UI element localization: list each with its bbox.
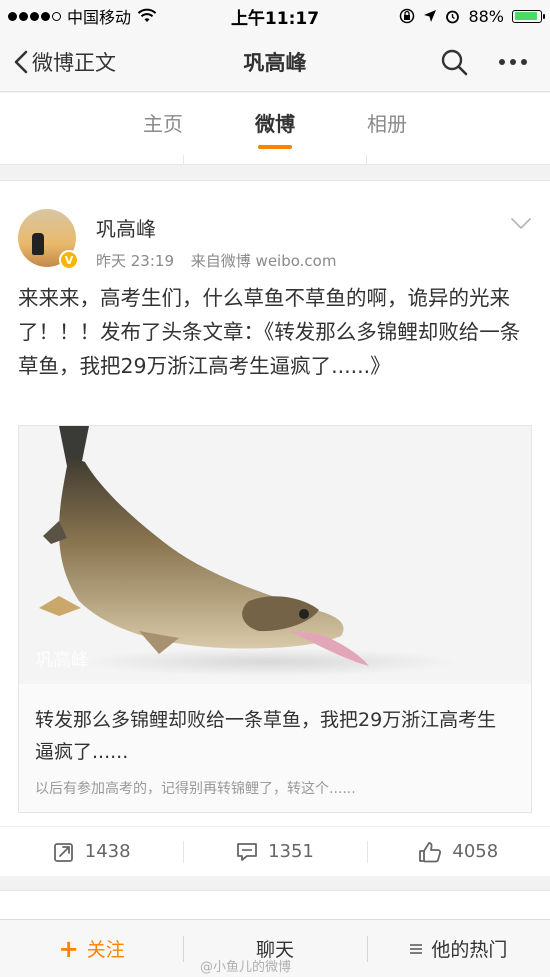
repost-button[interactable]: 1438 bbox=[0, 827, 183, 876]
like-count: 4058 bbox=[452, 841, 499, 862]
hot-posts-button[interactable]: 他的热门 bbox=[366, 920, 550, 977]
nav-actions bbox=[370, 48, 550, 76]
post-header: V 巩高峰 昨天 23:19 来自微博 weibo.com bbox=[18, 209, 336, 271]
chevron-left-icon bbox=[14, 50, 28, 73]
battery-fill bbox=[514, 12, 537, 20]
comment-button[interactable]: 1351 bbox=[183, 827, 366, 876]
repost-icon bbox=[53, 842, 73, 862]
comment-count: 1351 bbox=[268, 841, 314, 862]
battery-percent: 88% bbox=[468, 6, 504, 26]
image-watermark: 巩高峰 bbox=[35, 650, 89, 671]
chevron-down-icon[interactable] bbox=[510, 217, 532, 231]
hot-posts-label: 他的热门 bbox=[431, 939, 508, 961]
follow-button[interactable]: + 关注 bbox=[0, 920, 183, 977]
profile-tabs: 主页 微博 相册 bbox=[0, 93, 550, 155]
avatar[interactable]: V bbox=[18, 209, 79, 270]
wifi-icon bbox=[137, 8, 157, 22]
tab-album[interactable]: 相册 bbox=[367, 93, 407, 155]
post-card: V 巩高峰 昨天 23:19 来自微博 weibo.com 来来来，高考生们，什… bbox=[0, 180, 550, 876]
list-icon bbox=[410, 943, 423, 954]
back-label: 微博正文 bbox=[32, 50, 116, 75]
post-actions: 1438 1351 4058 bbox=[0, 826, 550, 876]
rotation-lock-icon bbox=[400, 8, 415, 24]
repost-count: 1438 bbox=[84, 841, 131, 862]
status-left: 中国移动 bbox=[8, 4, 198, 28]
article-image: 巩高峰 bbox=[19, 426, 531, 684]
page-title: 巩高峰 bbox=[243, 50, 307, 75]
article-card[interactable]: 巩高峰 转发那么多锦鲤却败给一条草鱼，我把29万浙江高考生逼疯了...... 以… bbox=[18, 425, 532, 813]
post-source: 来自微博 weibo.com bbox=[190, 252, 337, 270]
carrier-name: 中国移动 bbox=[67, 8, 132, 27]
post-username[interactable]: 巩高峰 bbox=[96, 213, 336, 242]
article-title: 转发那么多锦鲤却败给一条草鱼，我把29万浙江高考生逼疯了...... bbox=[35, 709, 497, 763]
tab-weibo[interactable]: 微博 bbox=[255, 93, 295, 155]
screenshot-watermark: @小鱼儿的微博 bbox=[200, 960, 292, 975]
post-text: 来来来，高考生们，什么草鱼不草鱼的啊，诡异的光来了！！！发布了头条文章：《转发那… bbox=[18, 286, 521, 378]
status-right: 88% bbox=[352, 6, 545, 26]
avatar-figure bbox=[32, 233, 44, 255]
previous-post-actions bbox=[0, 155, 550, 165]
more-icon[interactable] bbox=[498, 58, 528, 66]
thumbs-up-icon bbox=[419, 841, 442, 862]
grass-carp-image bbox=[19, 426, 531, 684]
user-info: 巩高峰 昨天 23:19 来自微博 weibo.com bbox=[96, 209, 336, 271]
status-time: 上午11:17 bbox=[230, 8, 320, 29]
verified-badge-icon: V bbox=[59, 250, 79, 270]
location-arrow-icon bbox=[424, 10, 437, 22]
follow-label: 关注 bbox=[86, 939, 125, 961]
article-description: 以后有参加高考的，记得别再转锦鲤了，转这个...... bbox=[35, 781, 356, 797]
like-button[interactable]: 4058 bbox=[366, 827, 550, 876]
post-time: 昨天 23:19 bbox=[96, 252, 174, 270]
alarm-icon bbox=[446, 10, 460, 23]
tab-home[interactable]: 主页 bbox=[143, 93, 183, 155]
signal-strength-icon bbox=[8, 11, 61, 21]
nav-bar: 微博正文 巩高峰 bbox=[0, 32, 550, 92]
divider bbox=[183, 155, 184, 164]
comment-icon bbox=[237, 842, 257, 861]
battery-icon bbox=[512, 9, 545, 23]
bottom-bar: + 关注 聊天 他的热门 @小鱼儿的微博 bbox=[0, 919, 550, 977]
divider bbox=[366, 155, 367, 164]
plus-icon: + bbox=[58, 934, 79, 963]
post-meta: 昨天 23:19 来自微博 weibo.com bbox=[96, 250, 336, 271]
back-button[interactable]: 微博正文 bbox=[0, 47, 180, 77]
search-icon[interactable] bbox=[440, 48, 468, 76]
status-bar: 中国移动 上午11:17 88% bbox=[0, 0, 550, 32]
